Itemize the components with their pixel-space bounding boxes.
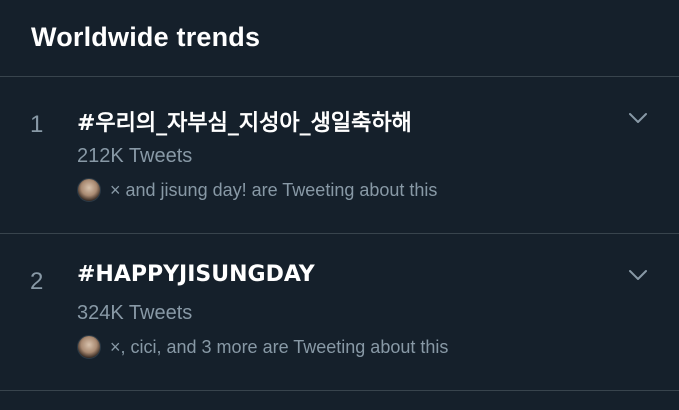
trend-name: #HAPPYJISUNGDAY [77, 262, 315, 287]
chevron-down-icon[interactable] [627, 264, 649, 286]
trend-rank: 1 [30, 111, 44, 138]
trends-panel: Worldwide trends 1 #우리의_자부심_지성아_생일축하해 21… [0, 0, 679, 410]
trend-context: × and jisung day! are Tweeting about thi… [77, 178, 437, 202]
avatar [77, 178, 101, 202]
trend-item-1[interactable]: 1 #우리의_자부심_지성아_생일축하해 212K Tweets × and j… [0, 77, 679, 234]
trends-title: Worldwide trends [31, 21, 261, 52]
trends-header: Worldwide trends [0, 0, 679, 77]
trend-item-2[interactable]: 2 #HAPPYJISUNGDAY 324K Tweets ×, cici, a… [0, 234, 679, 391]
avatar [77, 335, 101, 359]
trend-tweet-count: 324K Tweets [77, 302, 193, 324]
trend-rank: 2 [30, 268, 44, 295]
trend-context-text: × and jisung day! are Tweeting about thi… [110, 179, 438, 200]
trend-name: #우리의_자부심_지성아_생일축하해 [77, 111, 412, 136]
trend-context-text: ×, cici, and 3 more are Tweeting about t… [110, 336, 449, 357]
trend-tweet-count: 212K Tweets [77, 145, 193, 167]
trend-context: ×, cici, and 3 more are Tweeting about t… [77, 335, 448, 359]
chevron-down-icon[interactable] [627, 107, 649, 129]
